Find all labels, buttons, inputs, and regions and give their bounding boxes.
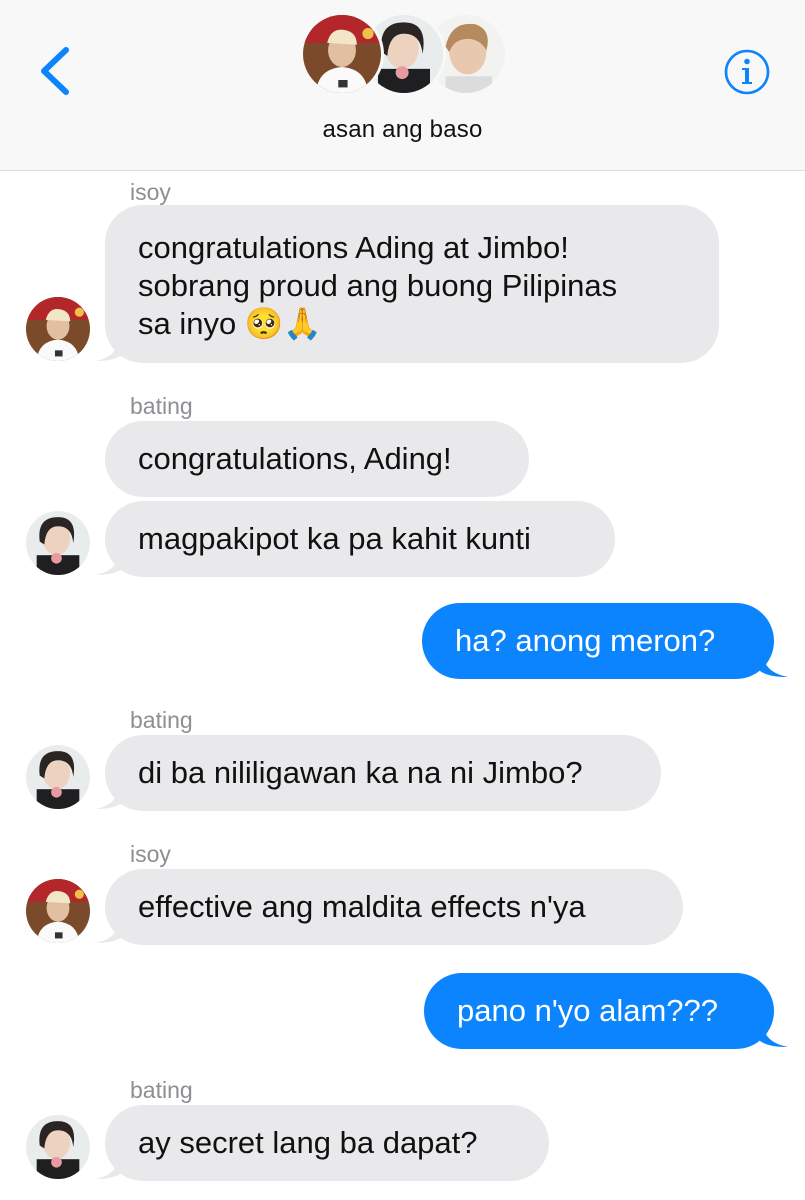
sender-label: isoy — [130, 841, 171, 867]
message-list[interactable]: isoy congratulations Ading at Jimbo! sob… — [0, 171, 805, 1200]
avatar-bating[interactable] — [26, 1115, 90, 1179]
info-button[interactable] — [723, 48, 771, 96]
group-avatars[interactable] — [300, 12, 510, 102]
message-text: magpakipot ka pa kahit kunti — [138, 521, 531, 556]
bubble-tail — [760, 647, 788, 677]
avatar-bating[interactable] — [26, 511, 90, 575]
sender-label: bating — [130, 393, 193, 419]
message-text: di ba nililigawan ka na ni Jimbo? — [138, 755, 583, 790]
message-text: ay secret lang ba dapat? — [138, 1125, 478, 1160]
bubble-tail — [96, 779, 122, 809]
message-text: pano n'yo alam??? — [457, 993, 719, 1028]
message-bubble-incoming[interactable]: effective ang maldita effects n'ya — [105, 869, 683, 945]
back-button[interactable] — [36, 44, 76, 98]
avatar-bating[interactable] — [26, 745, 90, 809]
info-icon — [724, 49, 770, 95]
message-bubble-incoming[interactable]: di ba nililigawan ka na ni Jimbo? — [105, 735, 661, 811]
sender-label: bating — [130, 707, 193, 733]
sender-label: bating — [130, 1077, 193, 1103]
group-title[interactable]: asan ang baso — [0, 116, 805, 144]
avatar-isoy — [300, 12, 384, 96]
bubble-tail — [96, 1149, 122, 1179]
message-bubble-outgoing[interactable]: pano n'yo alam??? — [424, 973, 774, 1049]
message-bubble-incoming[interactable]: magpakipot ka pa kahit kunti — [105, 501, 615, 577]
sender-label: isoy — [130, 179, 171, 205]
bubble-tail — [96, 913, 122, 943]
message-bubble-incoming[interactable]: congratulations Ading at Jimbo! sobrang … — [105, 205, 719, 363]
chevron-left-icon — [41, 47, 69, 95]
message-text: congratulations Ading at Jimbo! sobrang … — [138, 230, 618, 341]
message-bubble-incoming[interactable]: ay secret lang ba dapat? — [105, 1105, 549, 1181]
message-bubble-incoming[interactable]: congratulations, Ading! — [105, 421, 529, 497]
message-text: ha? anong meron? — [455, 623, 716, 658]
bubble-tail — [96, 545, 122, 575]
bubble-tail — [96, 331, 122, 361]
message-text: congratulations, Ading! — [138, 441, 452, 476]
avatar-isoy[interactable] — [26, 879, 90, 943]
bubble-tail — [760, 1017, 788, 1047]
chat-header: asan ang baso — [0, 0, 805, 171]
avatar-isoy[interactable] — [26, 297, 90, 361]
message-text: effective ang maldita effects n'ya — [138, 889, 586, 924]
message-bubble-outgoing[interactable]: ha? anong meron? — [422, 603, 774, 679]
